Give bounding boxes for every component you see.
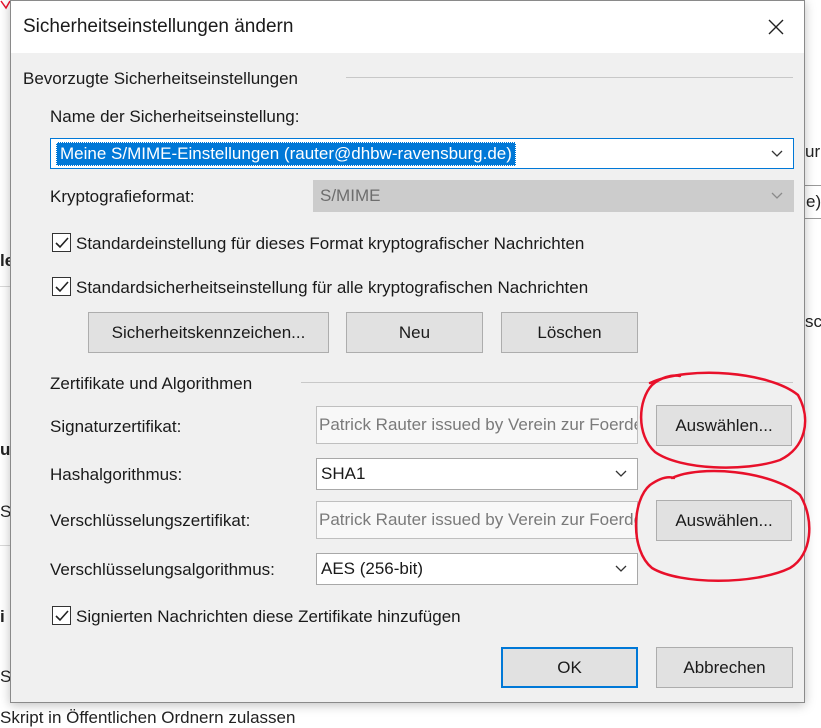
dialog-title: Sicherheitseinstellungen ändern <box>23 16 294 37</box>
default-format-label[interactable]: Standardeinstellung für dieses Format kr… <box>76 234 584 254</box>
checkmark-icon <box>54 609 69 621</box>
title-bar: Sicherheitseinstellungen ändern <box>11 1 804 53</box>
background-text: ur <box>805 142 821 161</box>
checkmark-icon <box>54 236 69 248</box>
preferred-settings-group-label: Bevorzugte Sicherheitseinstellungen <box>23 69 299 88</box>
background-text: i <box>0 607 5 626</box>
ok-button[interactable]: OK <box>501 647 638 688</box>
new-button[interactable]: Neu <box>346 312 483 353</box>
name-label: Name der Sicherheitseinstellung: <box>50 107 300 126</box>
background-divider <box>0 545 10 546</box>
add-certs-label[interactable]: Signierten Nachrichten diese Zertifikate… <box>76 607 461 627</box>
encryption-algorithm-select[interactable]: AES (256-bit) <box>316 553 638 585</box>
background-text[interactable]: Skript in Öffentlichen Ordnern zulassen <box>0 708 295 728</box>
delete-button[interactable]: Löschen <box>501 312 638 353</box>
chevron-down-icon <box>771 192 783 199</box>
group-divider <box>346 77 793 78</box>
chevron-down-icon <box>771 150 783 157</box>
security-setting-name-combo[interactable]: Meine S/MIME-Einstellungen (rauter@dhbw-… <box>50 138 794 169</box>
chevron-down-icon <box>615 470 627 477</box>
group-divider <box>301 382 793 383</box>
security-labels-button[interactable]: Sicherheitskennzeichen... <box>88 312 329 353</box>
encryption-alg-label: Verschlüsselungsalgorithmus: <box>50 560 275 579</box>
certs-group-label: Zertifikate und Algorithmen <box>50 374 253 393</box>
background-divider <box>0 286 10 287</box>
signing-cert-value: Patrick Rauter issued by Verein zur Foer… <box>319 415 637 434</box>
cancel-button[interactable]: Abbrechen <box>656 647 793 688</box>
background-text: sc <box>805 312 821 331</box>
crypto-format-value: S/MIME <box>320 186 381 205</box>
encryption-cert-field[interactable]: Patrick Rauter issued by Verein zur Foer… <box>316 501 638 539</box>
choose-encryption-cert-button[interactable]: Auswählen... <box>656 500 792 541</box>
chevron-down-icon <box>615 565 627 572</box>
background-text: e) <box>806 192 821 211</box>
encryption-alg-value: AES (256-bit) <box>321 559 424 578</box>
hash-label: Hashalgorithmus: <box>50 465 183 484</box>
checkmark-icon <box>54 280 69 292</box>
crypto-format-label: Kryptografieformat: <box>50 187 195 206</box>
choose-signing-cert-button[interactable]: Auswählen... <box>656 405 792 446</box>
default-format-checkbox[interactable] <box>52 233 71 252</box>
add-certs-checkbox[interactable] <box>52 606 71 625</box>
default-all-label[interactable]: Standardsicherheitseinstellung für alle … <box>76 278 588 298</box>
hash-algorithm-select[interactable]: SHA1 <box>316 458 638 490</box>
security-settings-dialog: Sicherheitseinstellungen ändern Bevorzug… <box>10 0 805 703</box>
name-value: Meine S/MIME-Einstellungen (rauter@dhbw-… <box>56 141 516 166</box>
signing-cert-label: Signaturzertifikat: <box>50 417 182 436</box>
default-all-checkbox[interactable] <box>52 277 71 296</box>
signing-cert-field[interactable]: Patrick Rauter issued by Verein zur Foer… <box>316 406 638 444</box>
close-button[interactable] <box>748 1 804 53</box>
encryption-cert-value: Patrick Rauter issued by Verein zur Foer… <box>319 510 637 529</box>
crypto-format-combo: S/MIME <box>313 180 794 212</box>
hash-value: SHA1 <box>321 464 366 483</box>
close-icon <box>768 19 784 35</box>
encryption-cert-label: Verschlüsselungszertifikat: <box>50 511 251 530</box>
